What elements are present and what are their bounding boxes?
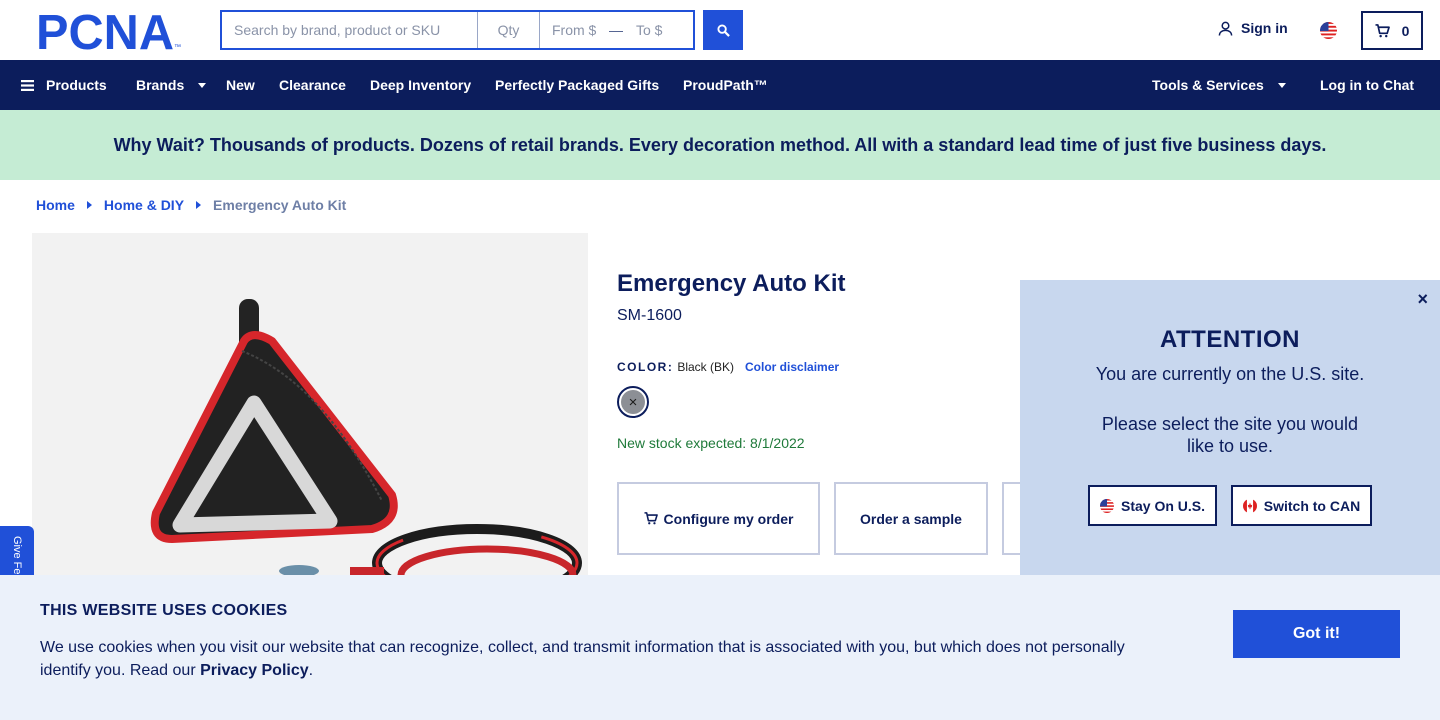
emergency-kit-illustration [150, 299, 582, 575]
switch-can-button[interactable]: Switch to CAN [1231, 485, 1372, 526]
price-range-dash: — [609, 22, 623, 38]
color-disclaimer-link[interactable]: Color disclaimer [745, 360, 839, 374]
nav-proudpath[interactable]: ProudPath™ [683, 60, 768, 110]
stock-status: New stock expected: 8/1/2022 [617, 435, 805, 451]
color-value: Black (BK) [677, 360, 735, 374]
menu-icon [21, 79, 34, 91]
chevron-down-icon [1277, 82, 1286, 88]
nav-products[interactable]: Products [21, 60, 107, 110]
chevron-down-icon [198, 82, 207, 88]
product-image[interactable] [32, 233, 588, 575]
nav-brands[interactable]: Brands [136, 60, 207, 110]
price-from-input[interactable] [540, 12, 606, 48]
us-flag-icon [1099, 498, 1114, 513]
product-title: Emergency Auto Kit [617, 270, 846, 297]
search-icon [716, 23, 730, 37]
nav-clearance[interactable]: Clearance [279, 60, 346, 110]
cookie-text: We use cookies when you visit our websit… [40, 636, 1150, 682]
cart-icon [644, 512, 658, 525]
configure-order-button[interactable]: Configure my order [617, 482, 820, 555]
nav-gifts-label: Perfectly Packaged Gifts [495, 77, 660, 93]
us-flag-icon [1320, 22, 1337, 39]
qty-input[interactable] [478, 12, 540, 48]
nav-brands-label: Brands [136, 77, 185, 93]
sign-in-link[interactable]: Sign in [1218, 20, 1288, 36]
nav-tools-label: Tools & Services [1152, 77, 1264, 93]
cart-count: 0 [1401, 22, 1410, 39]
unavailable-icon: × [621, 390, 645, 414]
country-selector[interactable] [1320, 22, 1337, 39]
canada-flag-icon [1242, 498, 1257, 513]
sign-in-label: Sign in [1241, 20, 1288, 36]
color-row: COLOR: Black (BK) Color disclaimer [617, 360, 839, 374]
price-to-input[interactable] [626, 12, 693, 48]
search-input[interactable] [222, 12, 478, 48]
search-button[interactable] [703, 10, 743, 50]
site-header: PCNA ™ — Sign in 0 [0, 0, 1440, 60]
order-sample-button[interactable]: Order a sample [834, 482, 988, 555]
nav-proudpath-label: ProudPath™ [683, 77, 768, 93]
nav-deep-inventory-label: Deep Inventory [370, 77, 472, 93]
nav-new-label: New [226, 77, 255, 93]
configure-order-label: Configure my order [663, 510, 794, 527]
promo-banner-text: Why Wait? Thousands of products. Dozens … [113, 134, 1327, 155]
breadcrumb-arrow-icon [196, 201, 202, 209]
dialog-select-site-text: Please select the site you would like to… [1101, 414, 1359, 456]
breadcrumb-current: Emergency Auto Kit [213, 197, 347, 213]
breadcrumb-home[interactable]: Home [36, 197, 75, 213]
nav-chat-login[interactable]: Log in to Chat [1320, 60, 1414, 110]
logo-trademark: ™ [174, 44, 181, 51]
nav-clearance-label: Clearance [279, 77, 346, 93]
cookie-period: . [308, 662, 314, 679]
nav-new[interactable]: New [226, 60, 255, 110]
main-nav: Products Brands New Clearance Deep Inven… [0, 60, 1440, 110]
stay-us-button[interactable]: Stay On U.S. [1088, 485, 1217, 526]
stay-us-label: Stay On U.S. [1120, 497, 1206, 514]
cookie-title: THIS WEBSITE USES COOKIES [40, 602, 288, 619]
nav-deep-inventory[interactable]: Deep Inventory [370, 60, 471, 110]
privacy-policy-link[interactable]: Privacy Policy [200, 662, 309, 679]
order-sample-label: Order a sample [860, 510, 962, 527]
breadcrumb-category[interactable]: Home & DIY [104, 197, 184, 213]
breadcrumb: Home Home & DIY Emergency Auto Kit [36, 197, 346, 213]
nav-chat-label: Log in to Chat [1320, 77, 1415, 93]
site-select-dialog: × ATTENTION You are currently on the U.S… [1020, 280, 1440, 576]
pcna-logo[interactable]: PCNA ™ [36, 6, 184, 60]
color-swatch-black[interactable]: × [617, 386, 649, 418]
nav-gifts[interactable]: Perfectly Packaged Gifts [495, 60, 659, 110]
cart-icon [1375, 23, 1390, 37]
close-icon[interactable]: × [1417, 289, 1428, 310]
user-icon [1218, 21, 1233, 36]
dialog-heading: ATTENTION [1159, 326, 1301, 353]
search-bar: — [220, 10, 695, 50]
logo-wordmark: PCNA [36, 11, 174, 51]
color-label: COLOR: [617, 360, 674, 374]
nav-tools-services[interactable]: Tools & Services [1152, 60, 1286, 110]
product-sku: SM-1600 [617, 307, 682, 324]
accept-cookies-button[interactable]: Got it! [1233, 610, 1400, 658]
cart-button[interactable]: 0 [1361, 11, 1423, 50]
dialog-current-site-text: You are currently on the U.S. site. [1095, 364, 1365, 384]
breadcrumb-arrow-icon [86, 201, 92, 209]
switch-can-label: Switch to CAN [1263, 497, 1361, 514]
promo-banner[interactable]: Why Wait? Thousands of products. Dozens … [0, 110, 1440, 180]
nav-products-label: Products [46, 77, 107, 93]
cookie-banner: THIS WEBSITE USES COOKIES We use cookies… [0, 575, 1440, 720]
